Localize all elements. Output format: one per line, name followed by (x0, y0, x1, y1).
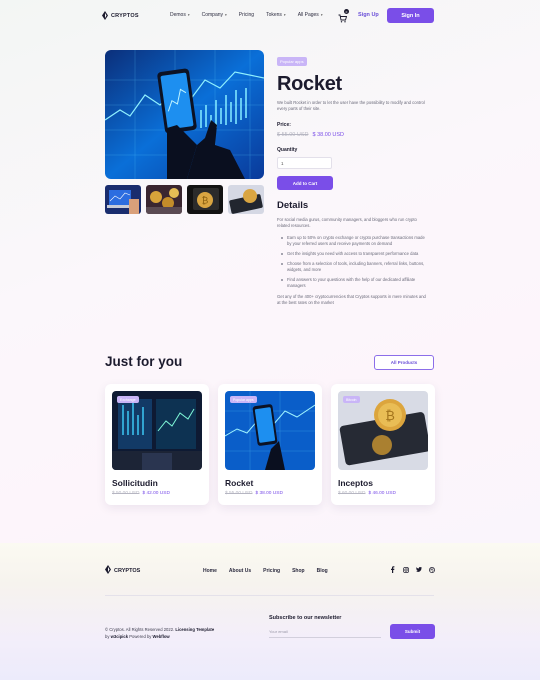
product-title: Rocket (277, 73, 342, 95)
brand-logo[interactable]: CRYPTOS (102, 11, 139, 20)
nav-link-company[interactable]: Company ▾ (202, 12, 227, 18)
footer-link-blog[interactable]: Blog (317, 568, 328, 574)
thumbnail-bitcoin[interactable]: ₿ (187, 185, 223, 214)
footer: CRYPTOS Home About Us Pricing Shop Blog … (0, 543, 540, 680)
brand-name: CRYPTOS (111, 12, 139, 19)
card-title: Rocket (225, 478, 254, 488)
thumbnail-coins[interactable] (146, 185, 182, 214)
card-price-row: $ 60.00 USD $ 46.00 USD (338, 491, 428, 496)
list-item: Earn up to 50% on crypto exchange or cry… (281, 235, 427, 247)
old-price: $ 55.00 USD (277, 132, 309, 138)
product-card-sollicitudin[interactable]: Exchange Sollicitudin $ 50.00 USD $ 42.0… (105, 384, 209, 505)
product-card-inceptos[interactable]: ₿ Bitcoin Inceptos $ 60.00 USD $ 46.00 U… (331, 384, 435, 505)
footer-link-home[interactable]: Home (203, 568, 217, 574)
old-price: $ 55.00 USD (225, 491, 253, 496)
cart-count-badge: 0 (344, 9, 349, 14)
details-heading: Details (277, 200, 309, 211)
list-item: Find answers to your questions with the … (281, 277, 427, 289)
old-price: $ 50.00 USD (112, 491, 140, 496)
price-label: Price: (277, 122, 291, 128)
brand-name: CRYPTOS (114, 567, 141, 574)
card-badge: Popular apps (230, 396, 257, 403)
nav-link-demos[interactable]: Demos ▾ (170, 12, 190, 18)
nav-link-all-pages[interactable]: All Pages ▾ (298, 12, 323, 18)
thumbnail-coin-phone[interactable] (228, 185, 264, 214)
footer-logo[interactable]: CRYPTOS (105, 565, 140, 576)
chevron-down-icon: ▾ (187, 13, 190, 17)
instagram-icon[interactable] (402, 566, 409, 573)
author-link[interactable]: w3cipick (111, 634, 128, 639)
all-products-button[interactable]: All Products (374, 355, 434, 370)
nav-link-tokens[interactable]: Tokens ▾ (266, 12, 286, 18)
card-image: Popular apps (225, 391, 315, 470)
current-price: $ 42.00 USD (142, 491, 170, 496)
card-title: Sollicitudin (112, 478, 158, 488)
facebook-icon[interactable] (389, 566, 396, 573)
footer-link-pricing[interactable]: Pricing (263, 568, 280, 574)
details-list: Earn up to 50% on crypto exchange or cry… (277, 235, 433, 289)
quantity-input[interactable]: 1 (277, 157, 332, 169)
svg-text:₿: ₿ (385, 409, 395, 424)
details-outro: Get any of the 400+ cryptocurrencies tha… (277, 294, 426, 305)
thumbnail-laptop[interactable] (105, 185, 141, 214)
chevron-down-icon: ▾ (283, 13, 286, 17)
product-description: We built Rocket in order to let the user… (277, 100, 425, 111)
card-badge: Exchange (117, 396, 139, 403)
footer-links: Home About Us Pricing Shop Blog (203, 568, 328, 574)
add-to-cart-button[interactable]: Add to Cart (277, 176, 333, 190)
footer-divider (105, 595, 434, 596)
signin-button[interactable]: Sign In (387, 8, 434, 23)
social-links (389, 566, 435, 573)
copyright-text: © Cryptos. All Rights Reserved 2022. Lic… (105, 627, 215, 639)
product-main-image[interactable] (105, 50, 264, 179)
list-item: Choose from a selection of tools, includ… (281, 261, 427, 273)
logo-icon (105, 565, 111, 576)
card-price-row: $ 55.00 USD $ 38.00 USD (225, 491, 315, 496)
dribbble-icon[interactable] (428, 566, 435, 573)
current-price: $ 38.00 USD (312, 132, 345, 138)
product-thumbnails: ₿ (105, 185, 264, 214)
card-title: Inceptos (338, 478, 373, 488)
licensing-link[interactable]: Licensing (175, 627, 195, 632)
old-price: $ 60.00 USD (338, 491, 366, 496)
top-navbar: CRYPTOS Demos ▾ Company ▾ Pricing Tokens ▾ … (102, 8, 434, 24)
email-field[interactable]: Your email (269, 626, 381, 638)
svg-text:₿: ₿ (202, 196, 209, 207)
template-link[interactable]: Template (196, 627, 214, 632)
signup-link[interactable]: Sign Up (358, 12, 379, 18)
platform-link[interactable]: Webflow (153, 634, 170, 639)
chevron-down-icon: ▾ (225, 13, 227, 17)
nav-links: Demos ▾ Company ▾ Pricing Tokens ▾ All Page… (170, 12, 323, 18)
list-item: Get the insights you need with access to… (281, 251, 427, 257)
product-card-rocket[interactable]: Popular apps Rocket $ 55.00 USD $ 38.00 … (218, 384, 322, 505)
price-row: $ 55.00 USD $ 38.00 USD (277, 132, 433, 138)
newsletter-title: Subscribe to our newsletter (269, 615, 342, 621)
logo-icon (102, 11, 108, 20)
footer-link-about[interactable]: About Us (229, 568, 251, 574)
product-info: Popular apps Rocket We built Rocket in o… (277, 50, 433, 306)
subscribe-button[interactable]: Submit (390, 624, 435, 639)
footer-link-shop[interactable]: Shop (292, 568, 305, 574)
product-cards: Exchange Sollicitudin $ 50.00 USD $ 42.0… (105, 384, 435, 505)
current-price: $ 38.00 USD (255, 491, 283, 496)
card-image: Exchange (112, 391, 202, 470)
nav-link-pricing[interactable]: Pricing (239, 12, 254, 18)
twitter-icon[interactable] (415, 566, 422, 573)
card-image: ₿ Bitcoin (338, 391, 428, 470)
category-badge: Popular apps (277, 57, 307, 66)
quantity-label: Quantity (277, 147, 298, 153)
card-badge: Bitcoin (343, 396, 360, 403)
chevron-down-icon: ▾ (320, 13, 323, 17)
section-title: Just for you (105, 354, 183, 369)
card-price-row: $ 50.00 USD $ 42.00 USD (112, 491, 202, 496)
current-price: $ 46.00 USD (368, 491, 396, 496)
details-intro: For social media gurus, community manage… (277, 217, 417, 228)
